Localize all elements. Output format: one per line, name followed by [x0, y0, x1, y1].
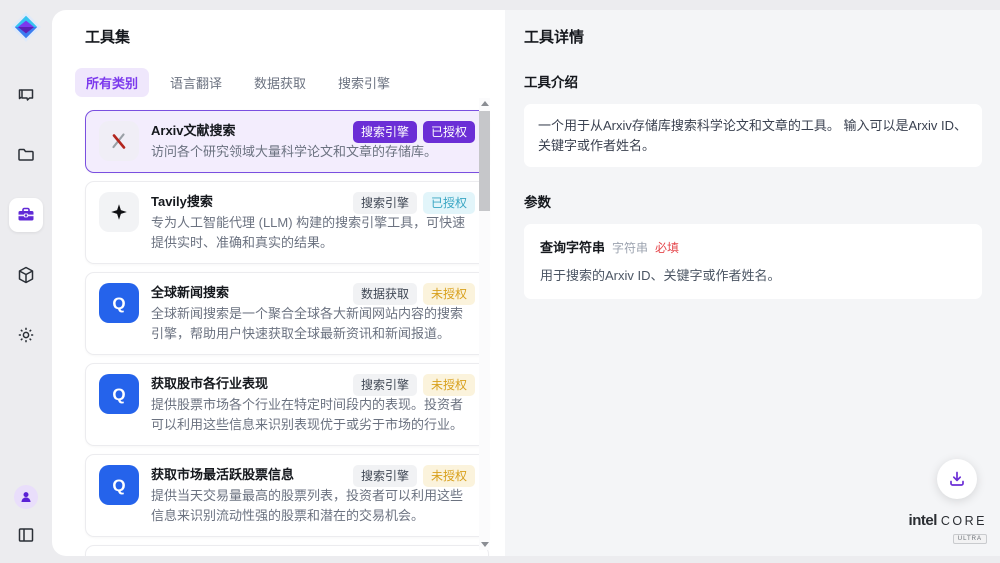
auth-badge: 未授权 [423, 465, 475, 487]
tab-search-engine[interactable]: 搜索引擎 [327, 68, 401, 97]
app-window: 工具集 所有类别 语言翻译 数据获取 搜索引擎 [0, 0, 1000, 563]
category-badge: 搜索引擎 [353, 192, 417, 214]
nav-chat-icon[interactable] [9, 78, 43, 112]
scroll-up-arrow-icon[interactable] [479, 98, 490, 109]
scrollbar-thumb[interactable] [479, 111, 490, 211]
param-type: 字符串 [612, 239, 648, 256]
four-point-star-icon [99, 192, 139, 232]
tool-card-desc: 访问各个研究领域大量科学论文和文章的存储库。 [151, 142, 475, 162]
intel-core-logo: intel core ultra [909, 513, 987, 544]
scroll-down-arrow-icon[interactable] [479, 539, 490, 550]
panel-toggle-icon[interactable] [14, 523, 38, 547]
tool-card-arxiv[interactable]: 搜索引擎 已授权 Arxiv文献搜索 访问各个研究领域大量科学论文和文章的存储库… [85, 110, 489, 173]
intro-text-box: 一个用于从Arxiv存储库搜索科学论文和文章的工具。 输入可以是Arxiv ID… [524, 104, 982, 167]
intro-heading: 工具介绍 [524, 71, 982, 91]
tab-data-fetching[interactable]: 数据获取 [243, 68, 317, 97]
download-button[interactable] [937, 459, 977, 499]
nav-cube-icon[interactable] [9, 258, 43, 292]
nav-settings-gear-icon[interactable] [9, 318, 43, 352]
tool-card-list: 搜索引擎 已授权 Arxiv文献搜索 访问各个研究领域大量科学论文和文章的存储库… [85, 110, 489, 556]
tab-all-categories[interactable]: 所有类别 [75, 68, 149, 97]
param-desc: 用于搜索的Arxiv ID、关键字或作者姓名。 [540, 265, 966, 284]
tools-title: 工具集 [85, 26, 505, 47]
arxiv-x-icon [99, 121, 139, 161]
tool-card-desc: 提供当天交易量最高的股票列表，投资者可以利用这些信息来识别流动性强的股票和潜在的… [151, 486, 475, 526]
category-badge: 搜索引擎 [353, 465, 417, 487]
tool-detail-pane: 工具详情 工具介绍 一个用于从Arxiv存储库搜索科学论文和文章的工具。 输入可… [505, 10, 1000, 556]
param-required-badge: 必填 [655, 239, 679, 256]
auth-badge: 已授权 [423, 121, 475, 143]
blue-q-logo-icon: Q [99, 374, 139, 414]
sidebar-bottom [14, 485, 38, 547]
list-scrollbar[interactable] [479, 98, 490, 550]
auth-badge: 已授权 [423, 192, 475, 214]
tool-card-desc: 提供股票市场各个行业在特定时间段内的表现。投资者可以利用这些信息来识别表现优于或… [151, 395, 475, 435]
tool-card-tavily[interactable]: 搜索引擎 已授权 Tavily搜索 专为人工智能代理 (LLM) 构建的搜索引擎… [85, 181, 489, 264]
tool-card-regional-news[interactable]: 搜索引擎 未授权 万维地区新闻查询 查询具体行政区划内的新闻，快速了解各地新闻动 [85, 545, 489, 556]
download-icon [948, 470, 966, 488]
tool-card-sector-performance[interactable]: Q 搜索引擎 未授权 获取股市各行业表现 提供股票市场各个行业在特定时间段内的表… [85, 363, 489, 446]
category-badge: 搜索引擎 [353, 374, 417, 396]
category-badge: 数据获取 [353, 283, 417, 305]
user-avatar[interactable] [14, 485, 38, 509]
category-tabs: 所有类别 语言翻译 数据获取 搜索引擎 [75, 68, 505, 97]
sidebar-rail [0, 0, 52, 563]
nav-toolbox-icon[interactable] [9, 198, 43, 232]
param-card: 查询字符串 字符串 必填 用于搜索的Arxiv ID、关键字或作者姓名。 [524, 224, 982, 299]
nav-folder-icon[interactable] [9, 138, 43, 172]
app-logo-icon [9, 10, 43, 44]
blue-q-logo-icon: Q [99, 283, 139, 323]
tool-card-active-stocks[interactable]: Q 搜索引擎 未授权 获取市场最活跃股票信息 提供当天交易量最高的股票列表，投资… [85, 454, 489, 537]
tool-card-desc: 全球新闻搜索是一个聚合全球各大新闻网站内容的搜索引擎，帮助用户快速获取全球最新资… [151, 304, 475, 344]
intel-ultra-badge: ultra [953, 534, 987, 544]
category-badge: 搜索引擎 [353, 121, 417, 143]
detail-title: 工具详情 [524, 26, 982, 47]
tab-language-translation[interactable]: 语言翻译 [159, 68, 233, 97]
tool-card-global-news[interactable]: Q 数据获取 未授权 全球新闻搜索 全球新闻搜索是一个聚合全球各大新闻网站内容的… [85, 272, 489, 355]
sidebar-nav [9, 78, 43, 352]
param-name: 查询字符串 [540, 237, 605, 256]
blue-q-logo-icon: Q [99, 465, 139, 505]
params-heading: 参数 [524, 191, 982, 211]
auth-badge: 未授权 [423, 283, 475, 305]
auth-badge: 未授权 [423, 374, 475, 396]
tools-list-pane: 工具集 所有类别 语言翻译 数据获取 搜索引擎 [52, 10, 505, 556]
main-panel: 工具集 所有类别 语言翻译 数据获取 搜索引擎 [52, 10, 1000, 556]
tool-card-desc: 专为人工智能代理 (LLM) 构建的搜索引擎工具，可快速提供实时、准确和真实的结… [151, 213, 475, 253]
